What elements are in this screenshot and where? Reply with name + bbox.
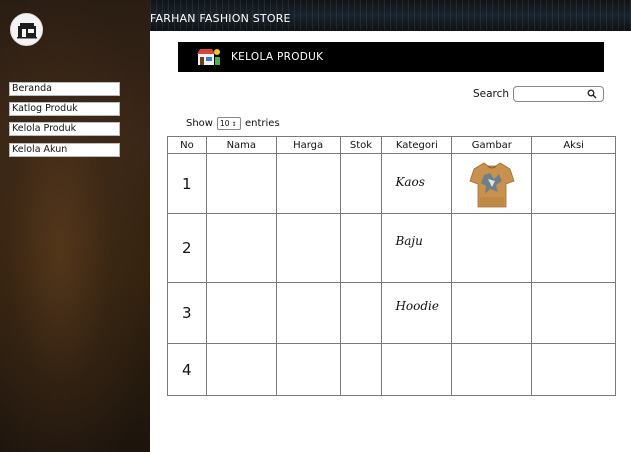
sidebar-item-kelola-produk[interactable]: Kelola Produk (9, 122, 120, 136)
cell-kategori: Hoodie (381, 282, 453, 344)
table-row: 3 Hoodie (167, 282, 616, 344)
sidebar-item-beranda[interactable]: Beranda (9, 82, 120, 96)
cell-kategori (381, 343, 453, 396)
cell-nama (205, 282, 277, 344)
table-row: 1 Kaos (167, 153, 616, 214)
search-input[interactable] (517, 90, 589, 104)
table-header-row: No Nama Harga Stok Kategori Gambar Aksi (167, 136, 616, 154)
page-title: KELOLA PRODUK (231, 51, 324, 63)
entries-select[interactable]: 10 ↕ (216, 117, 241, 130)
store-icon (197, 49, 220, 65)
sidebar: Beranda Katlog Produk Kelola Produk Kelo… (0, 0, 150, 452)
column-header-no[interactable]: No (167, 136, 207, 154)
column-header-aksi[interactable]: Aksi (531, 136, 616, 154)
table-row: 4 (167, 343, 616, 396)
column-header-nama[interactable]: Nama (205, 136, 277, 154)
top-bar: FARHAN FASHION STORE (150, 0, 631, 31)
cell-no: 3 (167, 282, 207, 344)
tshirt-image (469, 162, 515, 208)
entries-suffix: entries (244, 118, 280, 129)
logo-icon[interactable] (10, 13, 43, 46)
cell-no: 2 (167, 213, 207, 283)
cell-stok (339, 343, 383, 396)
cell-no: 4 (167, 343, 207, 396)
table-row: 2 Baju (167, 213, 616, 283)
entries-selected-value: 10 (219, 119, 230, 128)
cell-harga (275, 213, 341, 283)
cell-no: 1 (167, 153, 207, 214)
cell-kategori: Baju (381, 213, 453, 283)
entries-control: Show 10 ↕ entries (186, 117, 280, 130)
sidebar-item-kelola-akun[interactable]: Kelola Akun (9, 143, 120, 157)
sidebar-item-katalog-produk[interactable]: Katlog Produk (9, 102, 120, 116)
cell-aksi (531, 213, 616, 283)
store-name: FARHAN FASHION STORE (150, 12, 291, 25)
search-label: Search (473, 88, 510, 100)
cell-harga (275, 282, 341, 344)
column-header-gambar[interactable]: Gambar (451, 136, 533, 154)
cell-nama (205, 343, 277, 396)
search-icon[interactable] (587, 89, 597, 99)
page-header-banner: KELOLA PRODUK (178, 42, 604, 72)
select-arrows-icon: ↕ (231, 121, 237, 128)
cell-stok (339, 153, 383, 214)
cell-gambar (451, 153, 533, 214)
cell-nama (205, 213, 277, 283)
cell-gambar (451, 343, 533, 396)
cell-harga (275, 343, 341, 396)
column-header-stok[interactable]: Stok (339, 136, 383, 154)
show-label: Show (186, 118, 213, 129)
cell-stok (339, 282, 383, 344)
cell-gambar (451, 282, 533, 344)
products-table: No Nama Harga Stok Kategori Gambar Aksi … (167, 136, 616, 396)
column-header-kategori[interactable]: Kategori (381, 136, 453, 154)
cell-kategori: Kaos (381, 153, 453, 214)
cell-nama (205, 153, 277, 214)
search-field[interactable] (513, 86, 604, 104)
cell-aksi (531, 153, 616, 214)
cell-gambar (451, 213, 533, 283)
cell-stok (339, 213, 383, 283)
cell-aksi (531, 282, 616, 344)
app-root: Beranda Katlog Produk Kelola Produk Kelo… (0, 0, 631, 452)
cell-harga (275, 153, 341, 214)
column-header-harga[interactable]: Harga (275, 136, 341, 154)
cell-aksi (531, 343, 616, 396)
